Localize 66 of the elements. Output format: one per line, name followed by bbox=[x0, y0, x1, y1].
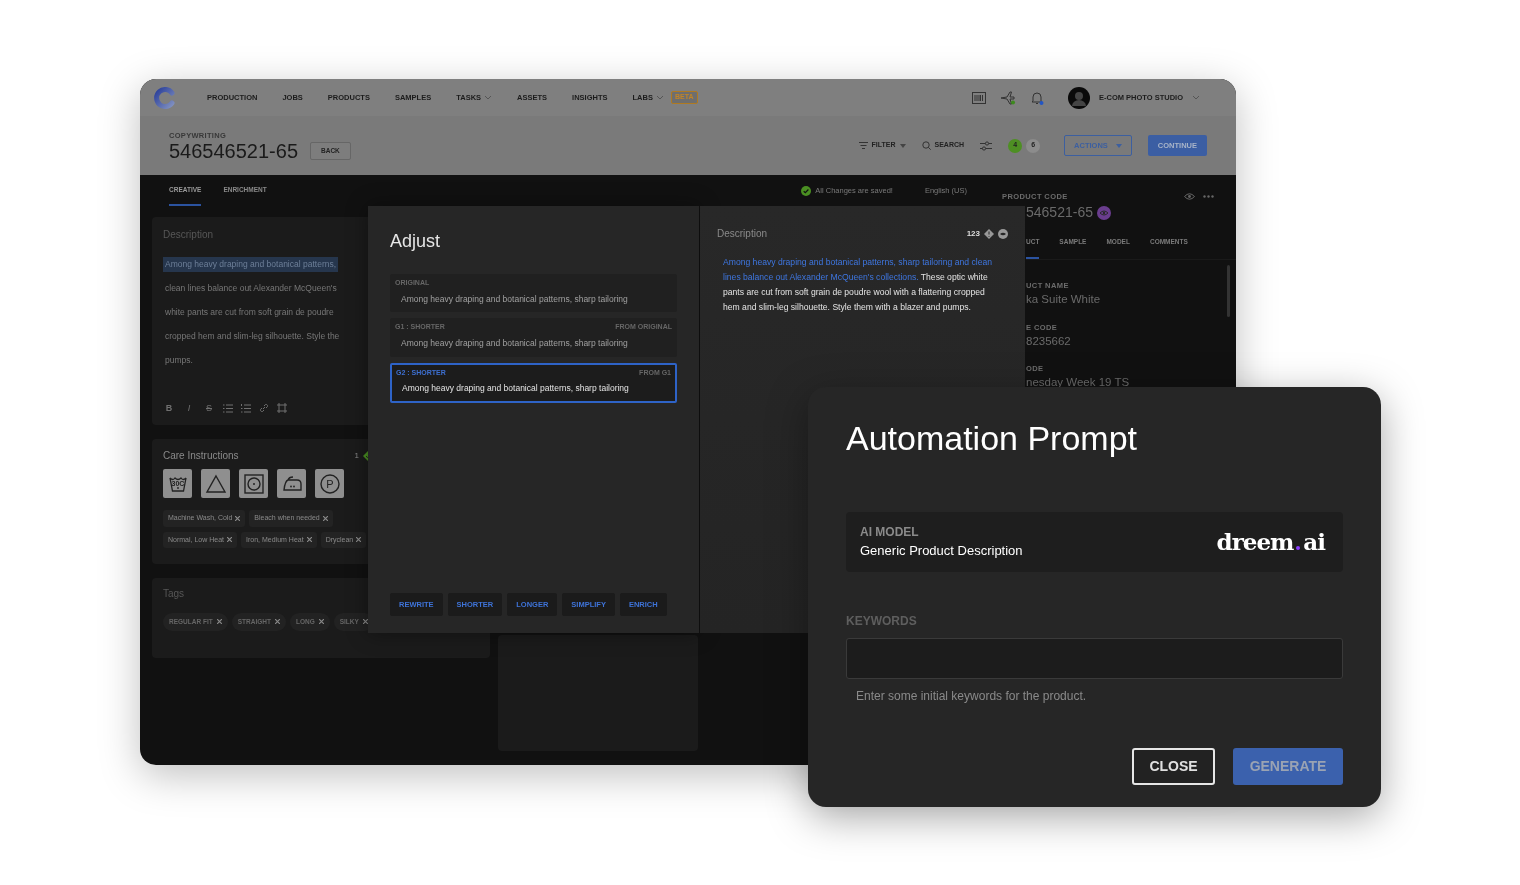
chevron-down-icon bbox=[655, 95, 664, 100]
scrollbar-thumb[interactable] bbox=[1227, 265, 1230, 317]
close-icon[interactable] bbox=[318, 619, 324, 625]
close-icon[interactable] bbox=[227, 537, 233, 543]
dreem-logo: dreem ai bbox=[1216, 526, 1325, 557]
field-value: ka Suite White bbox=[1026, 292, 1102, 308]
bold-button[interactable]: B bbox=[163, 401, 175, 415]
option-text: Among heavy draping and botanical patterns, sharp tailoring bbox=[400, 336, 629, 350]
caret-down-icon bbox=[1115, 143, 1122, 148]
care-symbol bbox=[277, 469, 306, 498]
bulleted-list-icon[interactable] bbox=[223, 403, 233, 413]
count-label: 1 bbox=[354, 449, 359, 462]
eye-icon[interactable] bbox=[1184, 193, 1195, 201]
close-button[interactable]: CLOSE bbox=[1132, 748, 1215, 785]
help-text: Enter some initial keywords for the product. bbox=[856, 688, 1088, 705]
description-text: Among heavy draping and botanical patterns, sharp tailoring and clean lines balance out Alexander McQueen's collections. These optic white pants are cut from soft grain de poudre wool with a flattering cropped hem and slim-leg silhouette. Style them with a blazer and pumps. bbox=[723, 256, 993, 314]
close-icon[interactable] bbox=[274, 619, 280, 625]
care-symbol bbox=[201, 469, 230, 498]
bell-icon[interactable] bbox=[1029, 90, 1044, 105]
logo-icon bbox=[154, 86, 176, 109]
caret-down-icon bbox=[899, 143, 906, 148]
record-title: 546546521-65 bbox=[169, 141, 298, 162]
panel-title: Description bbox=[717, 227, 768, 241]
text-line: cropped hem and slim-leg silhouette. Style the bbox=[164, 330, 341, 343]
frame-icon[interactable] bbox=[277, 403, 287, 414]
chevron-down-icon bbox=[1192, 95, 1200, 100]
care-symbol bbox=[239, 469, 268, 498]
field-value: nesday Week 19 TS bbox=[1026, 375, 1131, 391]
option-text: Among heavy draping and botanical patterns, sharp tailoring bbox=[400, 292, 629, 306]
field-label: KEYWORDS bbox=[846, 613, 918, 630]
close-icon[interactable] bbox=[216, 619, 222, 625]
field-value: 8235662 bbox=[1026, 333, 1072, 349]
card-title: Description bbox=[163, 228, 215, 242]
sliders-icon[interactable] bbox=[980, 140, 993, 151]
field-value: 546521-65 bbox=[1026, 203, 1093, 223]
more-icon[interactable] bbox=[1203, 195, 1214, 199]
keywords-input[interactable] bbox=[846, 638, 1343, 679]
italic-button[interactable]: I bbox=[183, 401, 195, 415]
chevron-down-icon bbox=[484, 95, 493, 100]
card-title: Care Instructions bbox=[163, 449, 239, 463]
avatar-icon bbox=[1067, 86, 1090, 109]
close-icon[interactable] bbox=[306, 537, 312, 543]
text-line: white pants are cut from soft grain de poudre bbox=[164, 306, 335, 319]
field-label: AI MODEL bbox=[860, 524, 920, 542]
airplane-icon[interactable] bbox=[999, 90, 1016, 105]
character-count: 123 bbox=[966, 227, 980, 240]
warning-diamond-icon bbox=[984, 228, 994, 239]
check-circle-icon bbox=[801, 185, 812, 196]
dialog-title: Adjust bbox=[390, 230, 442, 253]
close-icon[interactable] bbox=[322, 515, 328, 521]
eye-icon bbox=[1096, 205, 1111, 220]
option-text: Among heavy draping and botanical patterns, sharp tailoring bbox=[401, 382, 630, 395]
eye-icon bbox=[998, 228, 1008, 239]
care-symbol: P bbox=[315, 469, 344, 498]
text-line: clean lines balance out Alexander McQueen's bbox=[164, 282, 338, 295]
close-icon[interactable] bbox=[235, 515, 241, 521]
text-line: pumps. bbox=[164, 354, 194, 367]
strikethrough-button[interactable]: S bbox=[203, 401, 215, 415]
dialog-title: Automation Prompt bbox=[846, 418, 1139, 459]
close-icon[interactable] bbox=[356, 537, 362, 543]
field-value: Generic Product Description bbox=[860, 542, 1023, 561]
filter-icon bbox=[858, 142, 868, 149]
search-icon bbox=[921, 141, 931, 150]
barcode-icon[interactable] bbox=[971, 91, 986, 104]
link-icon[interactable] bbox=[259, 403, 269, 414]
numbered-list-icon[interactable] bbox=[241, 403, 251, 413]
